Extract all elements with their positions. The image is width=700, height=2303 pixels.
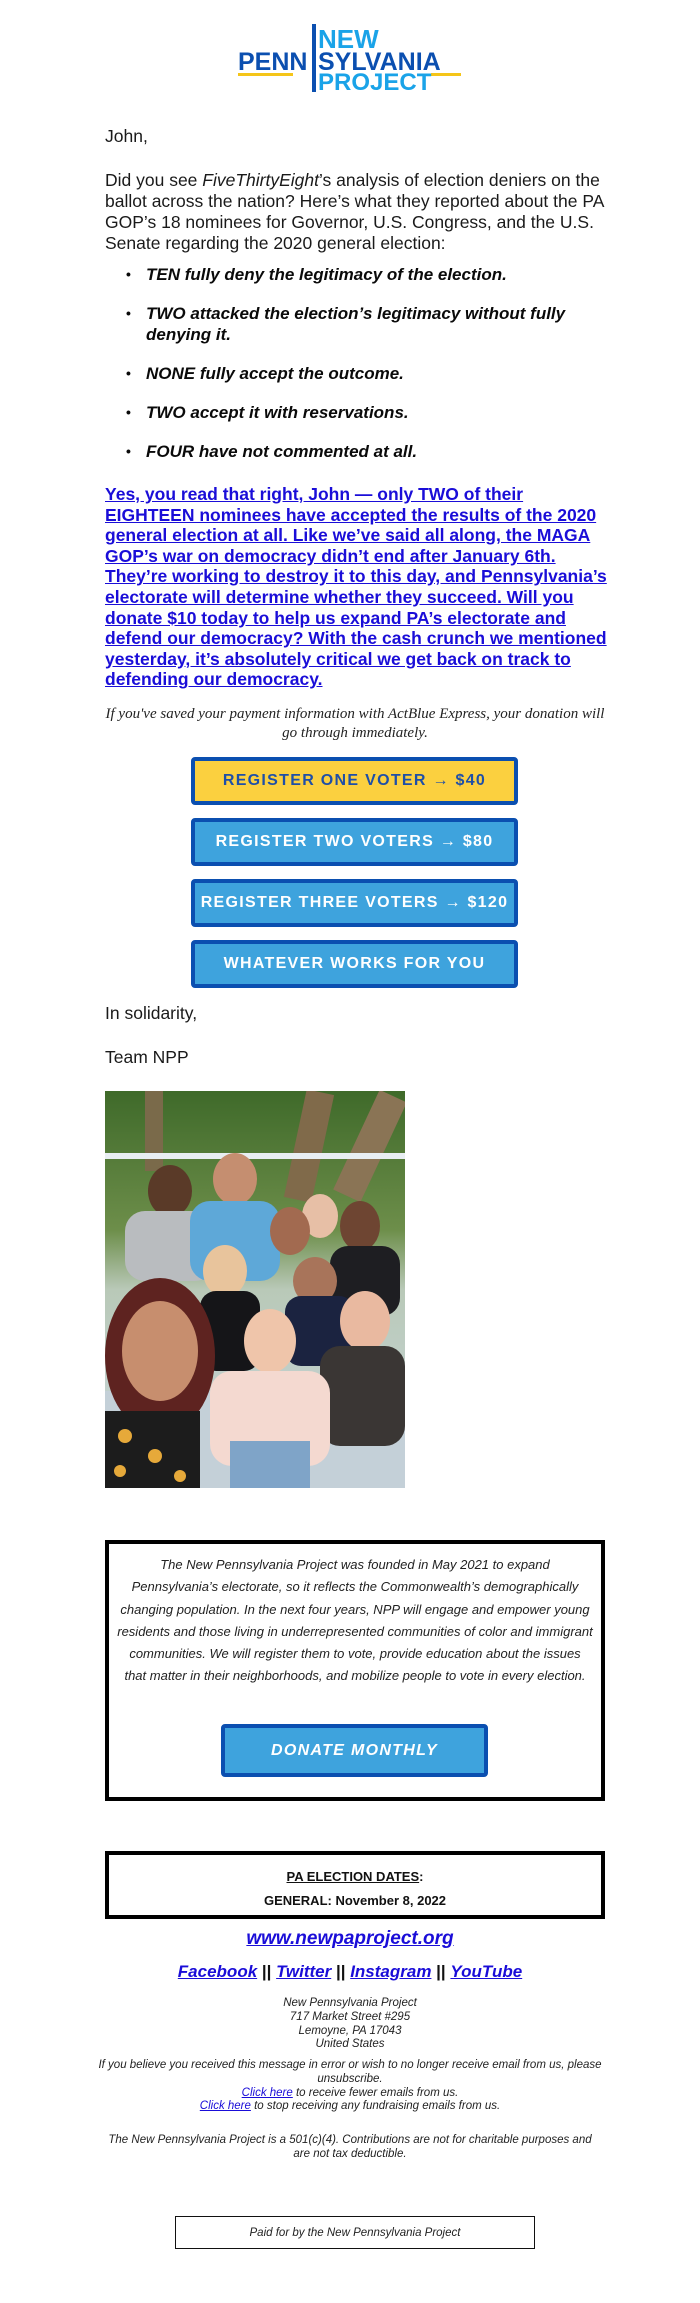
shirt-pattern [148,1449,162,1463]
youtube-link[interactable]: YouTube [450,1962,522,1981]
donate-monthly-button[interactable]: DONATE MONTHLY [221,1724,488,1777]
stop-fundraising-text: to stop receiving any fundraising emails… [250,2100,501,2113]
twitter-link[interactable]: Twitter [276,1962,331,1981]
unsubscribe-text: If you believe you received this message… [98,2059,602,2085]
fact-item: TEN fully deny the legitimacy of the ele… [126,264,606,285]
logo-graphic: NEW PENN SYLVANIA PROJECT [238,24,461,96]
election-dates-title-text: PA ELECTION DATES [286,1869,420,1884]
fact-item: NONE fully accept the outcome. [126,363,606,384]
separator: || [257,1962,277,1981]
logo-line-penn: PENN [238,48,307,76]
fact-item: FOUR have not commented at all. [126,441,606,462]
unsubscribe-section: If you believe you received this message… [0,2059,700,2114]
intro-before: Did you see [105,170,203,190]
address-city: Lemoyne, PA 17043 [298,2024,402,2037]
greeting: John, [105,126,148,146]
election-dates-title: PA ELECTION DATES: [109,1869,601,1884]
team-photo [105,1091,405,1488]
general-election-date: GENERAL: November 8, 2022 [263,1893,447,1908]
register-two-voters-button[interactable]: REGISTER TWO VOTERS → $80 [191,818,518,866]
stop-fundraising-link[interactable]: Click here [200,2100,251,2112]
legal-text: The New Pennsylvania Project is a 501(c)… [108,2134,592,2160]
register-three-voters-button[interactable]: REGISTER THREE VOTERS → $120 [191,879,518,927]
about-text: The New Pennsylvania Project was founded… [117,1557,593,1684]
person [122,1301,198,1401]
signature: Team NPP [105,1047,189,1067]
mailing-address: New Pennsylvania Project 717 Market Stre… [0,1997,700,2052]
address-country: United States [315,2038,385,2051]
person [270,1207,310,1255]
address-street: 717 Market Street #295 [289,2010,411,2023]
separator: || [331,1962,351,1981]
person [148,1165,192,1217]
website-link[interactable]: www.newpaproject.org [246,1928,453,1949]
person [340,1291,390,1351]
signoff: In solidarity, [105,1003,198,1023]
fact-item: TWO accept it with reservations. [126,402,606,423]
person [244,1309,296,1373]
address-org: New Pennsylvania Project [283,1997,417,2009]
fact-item: TWO attacked the election’s legitimacy w… [126,303,606,345]
person-shirt [320,1346,405,1446]
website-link-row: www.newpaproject.org [0,1928,700,1950]
stop-fundraising-row: Click here to stop receiving any fundrai… [0,2100,700,2114]
deck-railing [105,1153,405,1159]
facebook-link[interactable]: Facebook [178,1962,257,1981]
facts-list: TEN fully deny the legitimacy of the ele… [126,264,606,480]
shirt-pattern [174,1470,186,1482]
npp-logo: NEW PENN SYLVANIA PROJECT [0,0,700,110]
shirt-pattern [114,1465,126,1477]
donate-appeal-link[interactable]: Yes, you read that right, John — only TW… [105,484,615,690]
person [213,1153,257,1205]
register-one-voter-button[interactable]: REGISTER ONE VOTER → $40 [191,757,518,805]
person [203,1245,247,1297]
logo-stem [312,24,316,92]
intro-paragraph: Did you see FiveThirtyEight’s analysis o… [105,170,605,254]
social-links: Facebook || Twitter || Instagram || YouT… [0,1962,700,1982]
fewer-emails-link[interactable]: Click here [242,2087,293,2099]
separator: || [431,1962,451,1981]
whatever-works-button[interactable]: WHATEVER WORKS FOR YOU [191,940,518,988]
team-photo-image [105,1091,405,1488]
fewer-emails-text: to receive fewer emails from us. [292,2086,459,2099]
person [340,1201,380,1251]
instagram-link[interactable]: Instagram [350,1962,431,1981]
election-dates-box: PA ELECTION DATES: GENERAL: November 8, … [105,1851,605,1919]
fewer-emails-row: Click here to receive fewer emails from … [0,2087,700,2101]
person-jeans [230,1441,310,1488]
election-dates-colon: : [419,1869,424,1884]
paid-for-disclaimer: Paid for by the New Pennsylvania Project [175,2216,535,2249]
shirt-pattern [118,1429,132,1443]
logo-line-project: PROJECT [318,69,432,96]
legal-disclaimer: The New Pennsylvania Project is a 501(c)… [0,2134,700,2162]
intro-source: FiveThirtyEight [202,170,319,190]
actblue-note: If you've saved your payment information… [105,706,605,741]
about-box: The New Pennsylvania Project was founded… [105,1540,605,1801]
